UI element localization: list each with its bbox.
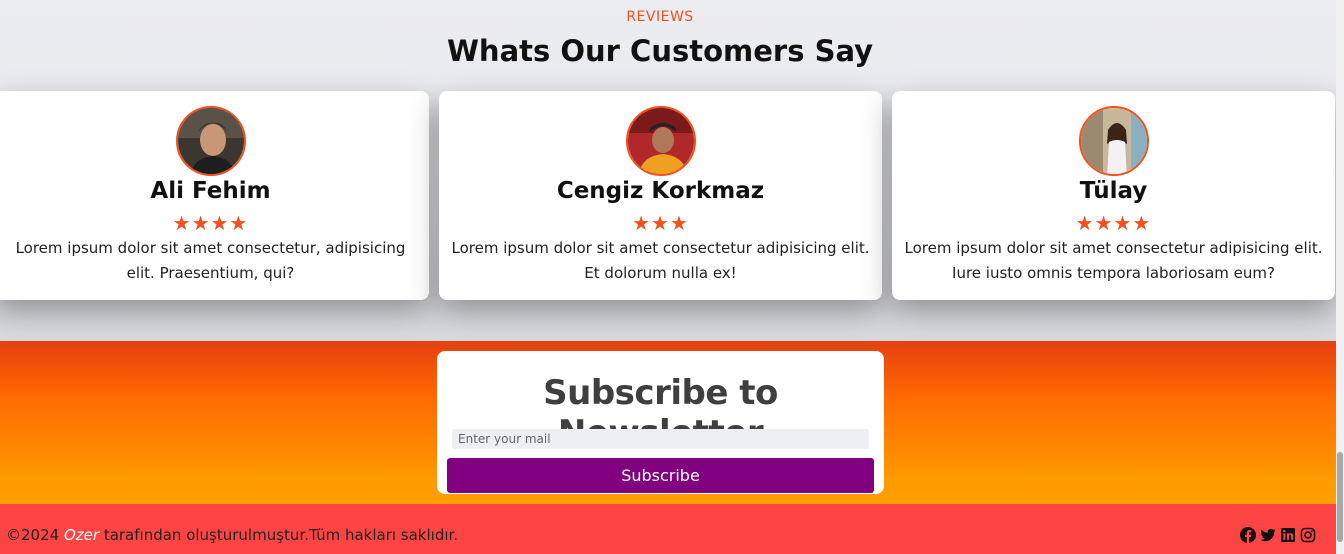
social-links bbox=[1240, 527, 1316, 543]
subscribe-button[interactable]: Subscribe bbox=[447, 458, 874, 493]
reviewer-name: Ali Fehim bbox=[150, 178, 271, 204]
twitter-icon[interactable] bbox=[1260, 527, 1276, 543]
review-text: Lorem ipsum dolor sit amet consectetur a… bbox=[904, 239, 1323, 282]
review-card: Ali Fehim ★★★★ Lorem ipsum dolor sit ame… bbox=[0, 91, 429, 300]
newsletter-form: Subscribe to Newsletter Subscribe bbox=[437, 351, 884, 494]
copyright-rest: tarafından oluşturulmuştur.Tüm hakları s… bbox=[99, 526, 459, 544]
avatar bbox=[1078, 106, 1149, 176]
avatar bbox=[625, 106, 696, 176]
scrollbar[interactable] bbox=[1336, 0, 1344, 554]
reviews-title: Whats Our Customers Say bbox=[446, 34, 874, 68]
copyright-text: ©2024 Ozer tarafından oluşturulmuştur.Tü… bbox=[6, 526, 458, 544]
reviewer-name: Tülay bbox=[1079, 178, 1148, 204]
footer: ©2024 Ozer tarafından oluşturulmuştur.Tü… bbox=[0, 504, 1336, 554]
instagram-icon[interactable] bbox=[1300, 527, 1316, 543]
linkedin-icon[interactable] bbox=[1280, 527, 1296, 543]
review-card: Tülay ★★★★ Lorem ipsum dolor sit amet co… bbox=[892, 91, 1335, 300]
newsletter-section: Subscribe to Newsletter Subscribe bbox=[0, 341, 1336, 504]
rating-stars: ★★★★ bbox=[172, 211, 249, 235]
review-text: Lorem ipsum dolor sit amet consectetur a… bbox=[451, 239, 870, 282]
reviews-section: REVIEWS Whats Our Customers Say Ali Fehi… bbox=[0, 0, 1336, 341]
rating-stars: ★★★★ bbox=[1075, 211, 1152, 235]
email-input[interactable] bbox=[452, 429, 869, 449]
facebook-icon[interactable] bbox=[1240, 527, 1256, 543]
reviews-label: REVIEWS bbox=[626, 9, 694, 25]
review-text: Lorem ipsum dolor sit amet consectetur, … bbox=[15, 239, 406, 282]
scrollbar-thumb[interactable] bbox=[1337, 452, 1343, 542]
avatar bbox=[175, 106, 246, 176]
review-card: Cengiz Korkmaz ★★★ Lorem ipsum dolor sit… bbox=[439, 91, 882, 300]
copyright-year: ©2024 bbox=[6, 526, 60, 544]
reviewer-name: Cengiz Korkmaz bbox=[556, 178, 765, 204]
author-name: Ozer bbox=[63, 526, 100, 544]
rating-stars: ★★★ bbox=[632, 211, 689, 235]
